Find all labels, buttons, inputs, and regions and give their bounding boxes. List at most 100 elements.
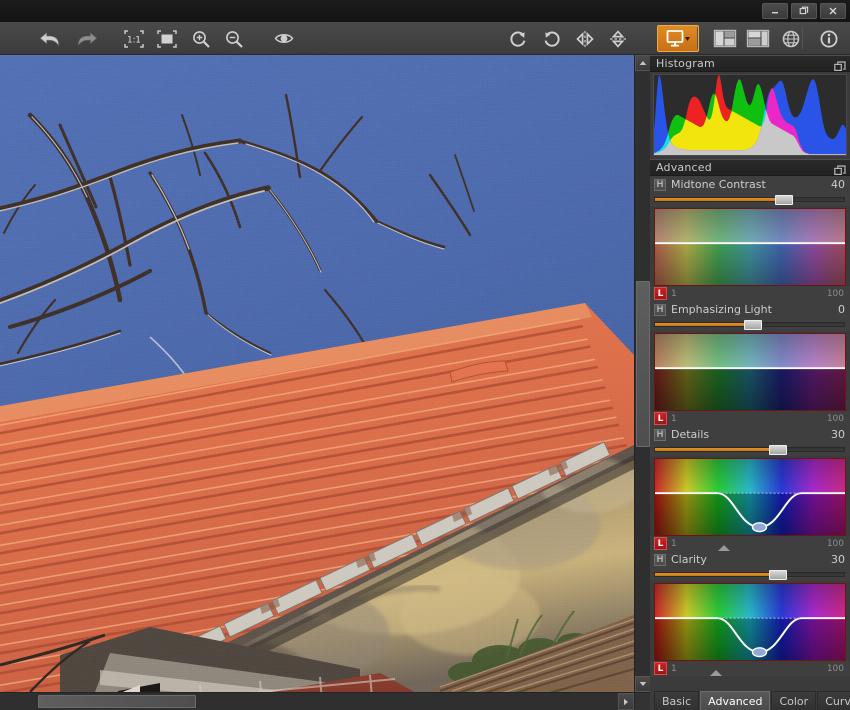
undock-icon xyxy=(834,165,846,176)
chevron-right-icon xyxy=(624,698,628,705)
details-luminance-badge[interactable]: L xyxy=(654,537,667,550)
emphasizing-light-slider[interactable] xyxy=(654,320,845,330)
advanced-undock-button[interactable] xyxy=(834,162,846,176)
restore-icon xyxy=(799,6,809,15)
advanced-controls-list: H Midtone Contrast 40 L 1 100 H Emphasizing Lig… xyxy=(650,176,850,676)
flip-vertical-button[interactable] xyxy=(604,25,631,52)
midtone-contrast-slider[interactable] xyxy=(654,195,845,205)
histogram-undock-button[interactable] xyxy=(834,58,846,72)
details-slider-wrap xyxy=(650,443,850,456)
clarity-range-min: 1 xyxy=(671,663,677,674)
clarity-range-marker[interactable] xyxy=(710,670,722,676)
layout-panel-right-button[interactable] xyxy=(744,25,771,52)
details-curve-handle xyxy=(751,522,768,533)
midtone-contrast-channel-badge[interactable]: H xyxy=(654,178,666,191)
close-button[interactable] xyxy=(820,3,846,19)
web-button[interactable] xyxy=(777,25,804,52)
undo-button[interactable] xyxy=(36,25,63,52)
details-channel-badge[interactable]: H xyxy=(654,428,666,441)
emphasizing-light-row: H Emphasizing Light 0 xyxy=(650,301,850,318)
emphasizing-light-gradient xyxy=(655,334,845,410)
midtone-contrast-color-curve-editor[interactable] xyxy=(654,208,846,286)
clarity-slider-knob[interactable] xyxy=(768,570,787,580)
rotate-cw-button[interactable] xyxy=(504,25,531,52)
flip-horizontal-button[interactable] xyxy=(571,25,598,52)
clarity-slider-fill xyxy=(655,573,778,576)
histogram-panel-header: Histogram xyxy=(650,55,850,72)
midtone-contrast-luminance-badge[interactable]: L xyxy=(654,287,667,300)
tab-color[interactable]: Color xyxy=(771,691,817,710)
details-gradient xyxy=(655,459,845,535)
histogram-panel-title: Histogram xyxy=(656,57,715,70)
horizontal-scrollbar[interactable] xyxy=(0,692,634,710)
details-label: Details xyxy=(671,428,710,441)
fit-window-button[interactable] xyxy=(153,25,180,52)
panel-tab-bar: BasicAdvancedColorCurves xyxy=(650,688,850,710)
layout-panel-left-icon xyxy=(713,29,736,48)
chevron-down-icon xyxy=(639,682,647,686)
rotate-ccw-button[interactable] xyxy=(538,25,565,52)
toolbar-separator xyxy=(697,27,698,49)
emphasizing-light-color-curve-editor[interactable] xyxy=(654,333,846,411)
details-value: 30 xyxy=(831,428,845,441)
preview-eye-button[interactable] xyxy=(270,25,297,52)
midtone-contrast-range-min: 1 xyxy=(671,288,677,299)
rotate-cw-icon xyxy=(509,31,525,47)
clarity-value: 30 xyxy=(831,553,845,566)
flip-vertical-icon xyxy=(609,29,626,48)
details-slider[interactable] xyxy=(654,445,845,455)
eye-icon xyxy=(274,33,293,43)
histogram-plot xyxy=(654,75,846,155)
tab-curves[interactable]: Curves xyxy=(817,691,850,710)
scrollbar-corner xyxy=(634,692,650,710)
clarity-label: Clarity xyxy=(671,553,707,566)
details-slider-fill xyxy=(655,448,778,451)
vertical-scrollbar[interactable] xyxy=(634,55,651,692)
clarity-slider[interactable] xyxy=(654,570,845,580)
tab-basic[interactable]: Basic xyxy=(654,691,700,710)
details-slider-knob[interactable] xyxy=(768,445,787,455)
flip-horizontal-icon xyxy=(575,30,594,47)
details-color-curve-editor[interactable] xyxy=(654,458,846,536)
zoom-in-button[interactable] xyxy=(187,25,214,52)
midtone-contrast-slider-knob[interactable] xyxy=(774,195,793,205)
main-toolbar: 1:1 xyxy=(0,22,850,55)
info-button[interactable] xyxy=(815,25,842,52)
clarity-color-curve-editor[interactable] xyxy=(654,583,846,661)
advanced-panel-header: Advanced xyxy=(650,159,850,176)
vertical-scroll-thumb[interactable] xyxy=(636,281,650,447)
emphasizing-light-slider-knob[interactable] xyxy=(744,320,763,330)
zoom-out-icon xyxy=(225,30,243,48)
zoom-out-button[interactable] xyxy=(220,25,247,52)
clarity-channel-badge[interactable]: H xyxy=(654,553,666,566)
emphasizing-light-luminance-badge[interactable]: L xyxy=(654,412,667,425)
globe-icon xyxy=(782,30,799,47)
zoom-in-icon xyxy=(192,30,210,48)
photo-editor-window: 1:1 Histogram Advanced H Midtone Contras… xyxy=(0,0,850,710)
scroll-down-button[interactable] xyxy=(635,676,651,692)
midtone-contrast-value: 40 xyxy=(831,178,845,191)
display-mode-button[interactable] xyxy=(657,25,699,52)
details-row: H Details 30 xyxy=(650,426,850,443)
horizontal-scroll-thumb[interactable] xyxy=(38,695,196,708)
redo-button[interactable] xyxy=(73,25,100,52)
layout-panel-right-icon xyxy=(746,29,769,48)
emphasizing-light-channel-badge[interactable]: H xyxy=(654,303,666,316)
zoom-1-1-button[interactable]: 1:1 xyxy=(120,25,147,52)
restore-button[interactable] xyxy=(791,3,817,19)
emphasizing-light-label: Emphasizing Light xyxy=(671,303,772,316)
details-range-max: 100 xyxy=(826,538,844,549)
clarity-luminance-badge[interactable]: L xyxy=(654,662,667,675)
scroll-up-button[interactable] xyxy=(635,55,651,71)
emphasizing-light-slider-wrap xyxy=(650,318,850,331)
minimize-button[interactable] xyxy=(762,3,788,19)
layout-panel-left-button[interactable] xyxy=(711,25,738,52)
edited-photograph xyxy=(0,55,634,692)
tab-advanced[interactable]: Advanced xyxy=(700,691,771,710)
emphasizing-light-value: 0 xyxy=(838,303,845,316)
clarity-range-max: 100 xyxy=(826,663,844,674)
details-range-min: 1 xyxy=(671,538,677,549)
scroll-right-button[interactable] xyxy=(618,693,634,710)
image-canvas[interactable] xyxy=(0,55,634,692)
details-range-marker[interactable] xyxy=(718,545,730,551)
